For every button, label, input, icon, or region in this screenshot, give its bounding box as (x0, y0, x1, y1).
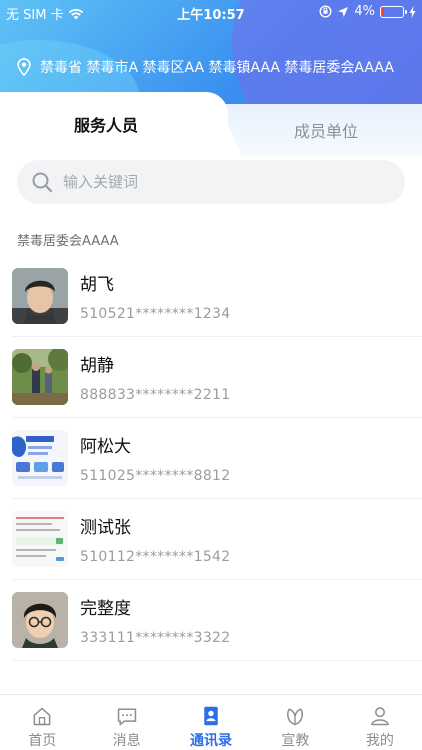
charging-icon (409, 5, 416, 18)
contact-name: 完整度 (80, 599, 131, 619)
contact-id-number: 510112********1542 (80, 549, 231, 565)
location-arrow-icon (338, 6, 349, 17)
education-icon (287, 708, 304, 726)
tab-label: 成员单位 (293, 122, 358, 141)
nav-profile[interactable]: 我的 (338, 695, 422, 750)
battery-icon (380, 5, 407, 18)
avatar (12, 511, 68, 567)
contact-name: 阿松大 (80, 437, 131, 457)
contact-name: 测试张 (80, 518, 131, 538)
tab-label: 服务人员 (73, 116, 138, 135)
nav-label: 宣教 (281, 733, 310, 749)
search-icon (32, 172, 53, 193)
nav-label: 首页 (28, 733, 57, 749)
group-label: 禁毒居委会AAAA (17, 234, 119, 249)
location-pin-icon (17, 58, 31, 76)
contact-item[interactable]: 阿松大 511025********8812 (0, 418, 422, 499)
nav-home[interactable]: 首页 (0, 695, 84, 750)
contact-id-number: 333111********3322 (80, 630, 231, 646)
message-icon (117, 708, 136, 726)
nav-label: 我的 (365, 733, 394, 749)
home-icon (33, 707, 51, 726)
contact-name: 胡静 (80, 356, 114, 376)
contact-id-number: 888833********2211 (80, 387, 231, 403)
status-right: 4% (319, 4, 416, 19)
avatar (12, 592, 68, 648)
contacts-icon (204, 706, 218, 726)
orientation-lock-icon (319, 5, 332, 18)
battery-percent: 4% (354, 4, 375, 19)
status-bar: 无 SIM 卡 上午10:57 4% (0, 0, 422, 24)
contact-name: 胡飞 (80, 275, 114, 295)
contact-list: 胡飞 510521********1234 胡静 888833********2… (0, 256, 422, 661)
tab-member-units[interactable]: 成员单位 (230, 104, 422, 156)
nav-label: 通讯录 (190, 733, 233, 749)
avatar (12, 349, 68, 405)
profile-icon (371, 707, 389, 726)
contact-item[interactable]: 胡静 888833********2211 (0, 337, 422, 418)
avatar (12, 430, 68, 486)
nav-contacts[interactable]: 通讯录 (169, 695, 253, 750)
avatar (12, 268, 68, 324)
tab-service-staff[interactable]: 服务人员 (0, 92, 228, 156)
contact-id-number: 510521********1234 (80, 306, 231, 322)
contact-id-number: 511025********8812 (80, 468, 231, 484)
search-box[interactable] (17, 160, 405, 204)
search-input[interactable] (63, 173, 363, 191)
tab-bar: 成员单位 服务人员 (0, 92, 422, 156)
bottom-nav: 首页 消息 通讯录 宣教 我的 (0, 694, 422, 750)
battery-level (382, 7, 384, 16)
nav-messages[interactable]: 消息 (84, 695, 168, 750)
contacts-content: 禁毒居委会AAAA 胡飞 510521********1234 (0, 156, 422, 696)
location-text: 禁毒省 禁毒市A 禁毒区AA 禁毒镇AAA 禁毒居委会AAAA (40, 60, 394, 76)
contact-item[interactable]: 测试张 510112********1542 (0, 499, 422, 580)
contact-item[interactable]: 胡飞 510521********1234 (0, 256, 422, 337)
nav-label: 消息 (112, 733, 141, 749)
nav-education[interactable]: 宣教 (253, 695, 337, 750)
location-bar[interactable]: 禁毒省 禁毒市A 禁毒区AA 禁毒镇AAA 禁毒居委会AAAA (16, 56, 422, 78)
contact-item[interactable]: 完整度 333111********3322 (0, 580, 422, 661)
